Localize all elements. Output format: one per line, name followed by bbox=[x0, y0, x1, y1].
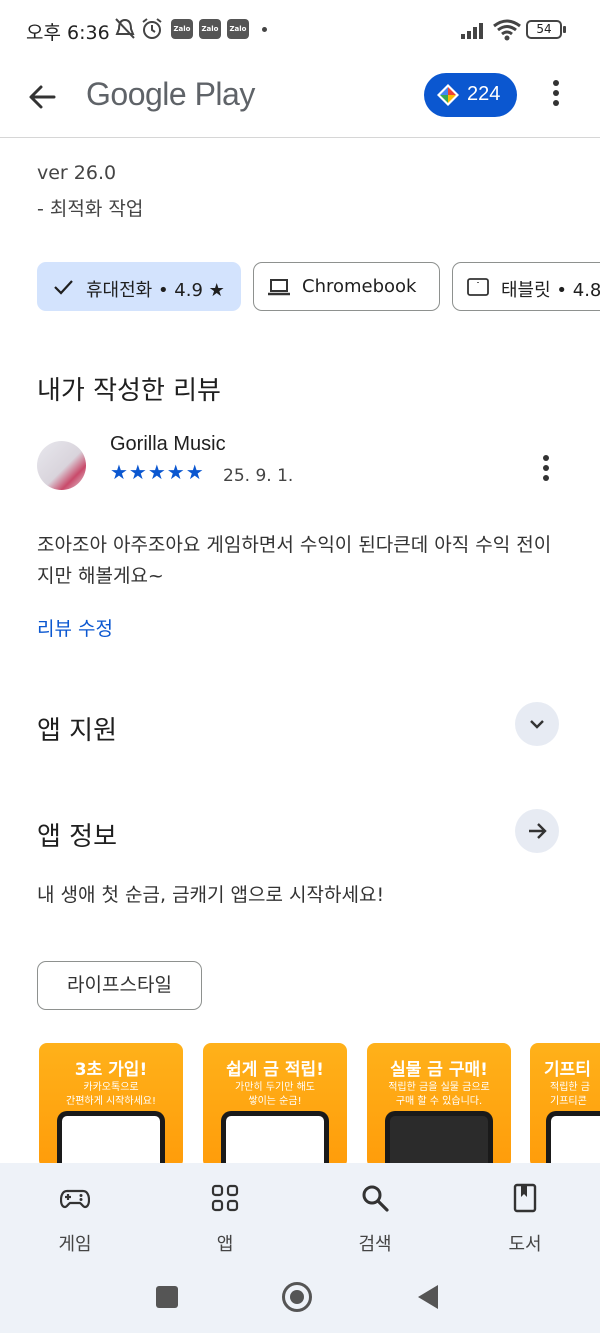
screenshot-thumbnail[interactable]: 기프티 적립한 금 기프티콘 bbox=[530, 1043, 600, 1168]
app-title: Google Play bbox=[86, 76, 255, 112]
nav-label: 앱 bbox=[216, 1234, 234, 1255]
screenshot-caption: 적립한 금을 실물 금으로 구매 할 수 있습니다. bbox=[388, 1082, 490, 1107]
chip-label: 태블릿 • 4.8 bbox=[501, 280, 600, 301]
status-bar: 오후 6:36 Zalo Zalo Zalo 54 bbox=[0, 0, 600, 62]
avatar bbox=[37, 441, 86, 490]
nav-label: 도서 bbox=[508, 1234, 542, 1255]
gamepad-icon bbox=[60, 1189, 90, 1209]
app-support-expand-button[interactable] bbox=[515, 702, 559, 746]
chip-chromebook[interactable]: Chromebook bbox=[253, 262, 440, 311]
zalo-icon: Zalo bbox=[227, 19, 249, 39]
review-more-options-icon[interactable] bbox=[541, 455, 551, 485]
nav-item-search[interactable]: 검색 bbox=[300, 1163, 450, 1263]
review-text: 조아조아 아주조아요 게임하면서 수익이 된다큰데 아직 수익 전이지만 해볼게… bbox=[37, 534, 552, 587]
search-icon bbox=[362, 1185, 389, 1212]
laptop-icon bbox=[268, 279, 290, 296]
more-options-icon[interactable] bbox=[544, 80, 568, 110]
category-chip[interactable]: 라이프스타일 bbox=[37, 961, 202, 1010]
chip-tablet[interactable]: 태블릿 • 4.8 bbox=[452, 262, 600, 311]
zalo-icon: Zalo bbox=[171, 19, 193, 39]
book-icon bbox=[513, 1183, 537, 1213]
system-navigation-bar bbox=[0, 1265, 600, 1333]
review-date: 25. 9. 1. bbox=[223, 466, 294, 486]
chip-phone[interactable]: 휴대전화 • 4.9 ★ bbox=[37, 262, 241, 311]
play-points-badge[interactable]: 224 bbox=[424, 73, 517, 117]
back-arrow-icon[interactable] bbox=[26, 80, 60, 114]
tablet-icon bbox=[467, 278, 489, 296]
more-notifications-icon bbox=[262, 27, 267, 32]
screenshot-headline: 실물 금 구매! bbox=[390, 1060, 488, 1080]
wifi-icon bbox=[493, 19, 521, 41]
reviewer-name: Gorilla Music bbox=[110, 433, 226, 455]
app-info-title: 앱 정보 bbox=[37, 822, 118, 852]
version-text: ver 26.0 bbox=[37, 162, 117, 184]
my-review-title: 내가 작성한 리뷰 bbox=[37, 376, 221, 406]
version-note: - 최적화 작업 bbox=[37, 198, 144, 220]
nav-label: 게임 bbox=[58, 1234, 92, 1255]
screenshot-thumbnail[interactable]: 3초 가입! 카카오톡으로 간편하게 시작하세요! bbox=[39, 1043, 183, 1168]
zalo-icon: Zalo bbox=[199, 19, 221, 39]
app-info-open-button[interactable] bbox=[515, 809, 559, 853]
app-bar: Google Play 224 bbox=[0, 62, 600, 138]
mute-bell-icon bbox=[115, 18, 135, 39]
app-info-description: 내 생애 첫 순금, 금캐기 앱으로 시작하세요! bbox=[37, 884, 385, 906]
apps-grid-icon bbox=[211, 1184, 239, 1212]
arrow-right-icon bbox=[529, 823, 547, 839]
screenshot-thumbnail[interactable]: 쉽게 금 적립! 가만히 두기만 해도 쌓이는 순금! bbox=[203, 1043, 347, 1168]
screenshot-headline: 3초 가입! bbox=[74, 1060, 148, 1080]
home-button[interactable] bbox=[282, 1282, 312, 1312]
screenshot-headline: 쉽게 금 적립! bbox=[226, 1060, 324, 1080]
nav-item-apps[interactable]: 앱 bbox=[150, 1163, 300, 1263]
chip-label: Chromebook bbox=[302, 276, 417, 297]
screenshot-caption: 카카오톡으로 간편하게 시작하세요! bbox=[66, 1082, 156, 1107]
play-points-icon bbox=[437, 84, 459, 106]
screenshot-thumbnail[interactable]: 실물 금 구매! 적립한 금을 실물 금으로 구매 할 수 있습니다. bbox=[367, 1043, 511, 1168]
battery-indicator: 54 bbox=[526, 20, 566, 39]
alarm-clock-icon bbox=[142, 18, 162, 39]
screenshot-caption: 가만히 두기만 해도 쌓이는 순금! bbox=[235, 1082, 315, 1107]
nav-item-games[interactable]: 게임 bbox=[0, 1163, 150, 1263]
edit-review-link[interactable]: 리뷰 수정 bbox=[37, 614, 113, 641]
check-icon bbox=[54, 280, 73, 295]
nav-label: 검색 bbox=[358, 1234, 392, 1255]
screenshot-headline: 기프티 bbox=[544, 1060, 591, 1080]
screenshot-caption: 적립한 금 기프티콘 bbox=[550, 1082, 590, 1107]
nav-item-books[interactable]: 도서 bbox=[450, 1163, 600, 1263]
status-time: 오후 6:36 bbox=[26, 22, 110, 44]
star-rating: ★★★★★ bbox=[110, 460, 205, 484]
app-support-title: 앱 지원 bbox=[37, 716, 118, 746]
system-back-button[interactable] bbox=[418, 1285, 438, 1309]
chevron-down-icon bbox=[530, 720, 544, 729]
signal-icon bbox=[461, 23, 483, 39]
points-count: 224 bbox=[467, 83, 501, 105]
recents-button[interactable] bbox=[156, 1286, 178, 1308]
chip-label: 휴대전화 • 4.9 ★ bbox=[86, 280, 225, 301]
